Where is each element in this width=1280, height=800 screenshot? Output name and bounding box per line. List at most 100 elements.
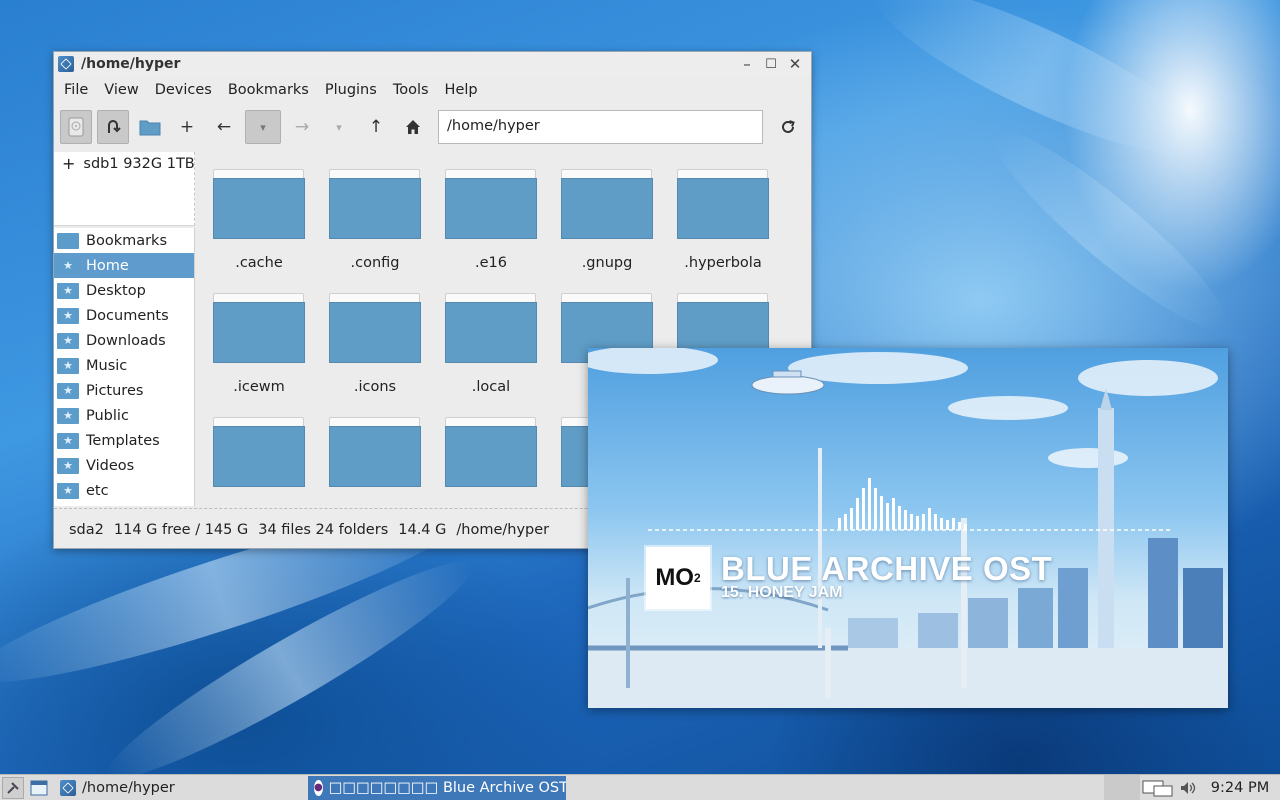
folder-item[interactable]: .e16 — [433, 153, 549, 277]
menu-devices[interactable]: Devices — [147, 82, 220, 98]
forward-history-button[interactable]: ▾ — [323, 110, 355, 144]
sidebar-item-videos[interactable]: ★ Videos — [54, 453, 194, 478]
video-title: BLUE ARCHIVE OST — [721, 550, 1053, 587]
folder-icon — [213, 291, 305, 363]
sidebar-item-music[interactable]: ★ Music — [54, 353, 194, 378]
location-input[interactable]: /home/hyper — [438, 110, 763, 144]
video-player-window[interactable]: MO 2 BLUE ARCHIVE OST 15. HONEY JAM — [588, 348, 1228, 708]
menu-view[interactable]: View — [96, 82, 146, 98]
folder-icon — [329, 291, 421, 363]
arrow-left-icon: ← — [216, 117, 232, 137]
folder-item[interactable]: .hyperbola — [665, 153, 781, 277]
video-subtitle: 15. HONEY JAM — [721, 584, 843, 601]
folder-item[interactable]: .config — [317, 153, 433, 277]
expand-icon[interactable]: + — [62, 154, 75, 173]
sidebar-item-label: Templates — [86, 432, 160, 449]
sidebar-item-downloads[interactable]: ★ Downloads — [54, 328, 194, 353]
folder-item[interactable] — [317, 401, 433, 506]
task-file-manager[interactable]: /home/hyper — [54, 776, 308, 800]
sidebar-item-desktop[interactable]: ★ Desktop — [54, 278, 194, 303]
folder-label: .config — [350, 255, 400, 271]
wallpaper-streak — [859, 0, 1221, 183]
sidebar-item-label: etc — [86, 482, 109, 499]
system-tray: 9:24 PM — [1104, 775, 1280, 800]
folder-item[interactable]: .icons — [317, 277, 433, 401]
folder-item[interactable]: .cache — [201, 153, 317, 277]
up-button[interactable]: ↑ — [360, 110, 392, 144]
show-desktop-button[interactable] — [28, 777, 50, 799]
audio-spectrum — [648, 478, 1173, 531]
menu-tools[interactable]: Tools — [385, 82, 437, 98]
folder-icon — [561, 167, 653, 239]
sidebar-item-bookmarks[interactable]: Bookmarks — [54, 228, 194, 253]
loop-arrow-icon — [108, 120, 121, 133]
menu-help[interactable]: Help — [437, 82, 486, 98]
sidebar-item-documents[interactable]: ★ Documents — [54, 303, 194, 328]
folder-item[interactable]: .icewm — [201, 277, 317, 401]
wallpaper-streak — [975, 110, 1245, 350]
folder-item[interactable] — [433, 401, 549, 506]
folder-icon — [139, 120, 161, 136]
folder-item[interactable]: .gnupg — [549, 153, 665, 277]
sidebar-item-etc[interactable]: ★ etc — [54, 478, 194, 503]
status-counts: 34 files 24 folders — [258, 521, 389, 538]
reload-icon — [782, 120, 795, 133]
app-icon — [60, 779, 76, 796]
home-icon — [406, 120, 420, 134]
folder-label: .hyperbola — [684, 255, 762, 271]
start-menu-button[interactable] — [2, 776, 24, 799]
bookmark-folder-icon: ★ — [57, 307, 79, 324]
clock[interactable]: 9:24 PM — [1200, 780, 1280, 796]
bookmark-folder-icon: ★ — [57, 407, 79, 424]
folder-label: .icons — [353, 379, 397, 395]
title-bar[interactable]: /home/hyper – ☐ ✕ — [54, 52, 811, 76]
new-folder-button[interactable] — [134, 110, 166, 144]
maximize-button[interactable]: ☐ — [759, 54, 783, 74]
back-button[interactable]: ← — [208, 110, 240, 144]
drive-toggle-button[interactable] — [60, 110, 92, 144]
folder-label: .local — [471, 379, 511, 395]
task-video-player[interactable]: ● □□□□□□□□ Blue Archive OST 15. — [308, 775, 566, 800]
volume-icon[interactable] — [1176, 780, 1200, 796]
sidebar-item-home[interactable]: ★ Home — [54, 253, 194, 278]
bookmark-folder-icon: ★ — [57, 257, 79, 274]
menu-bookmarks[interactable]: Bookmarks — [220, 82, 317, 98]
status-space: 114 G free / 145 G — [113, 521, 249, 538]
logo-text: MO — [655, 564, 694, 591]
window-list-icon — [30, 780, 48, 795]
taskbar: /home/hyper ● □□□□□□□□ Blue Archive OST … — [0, 774, 1280, 800]
folder-item[interactable]: .local — [433, 277, 549, 401]
clouds — [588, 348, 1218, 468]
app-icon — [58, 56, 74, 72]
back-history-button[interactable]: ▾ — [245, 110, 281, 144]
home-button[interactable] — [397, 110, 429, 144]
reload-button[interactable] — [772, 110, 804, 144]
tools-icon — [7, 781, 19, 794]
bookmarks-pane: Bookmarks ★ Home ★ Desktop ★ Documents ★ Downloa… — [54, 228, 195, 506]
folder-icon — [445, 291, 537, 363]
folder-label: .gnupg — [581, 255, 633, 271]
tree-toggle-button[interactable] — [97, 110, 129, 144]
device-item[interactable]: + sdb1 932G 1TBTOS — [54, 152, 194, 173]
menu-file[interactable]: File — [56, 82, 96, 98]
menu-plugins[interactable]: Plugins — [317, 82, 385, 98]
window-controls: – ☐ ✕ — [735, 54, 807, 74]
bookmark-folder-icon: ★ — [57, 282, 79, 299]
device-tree: + sdb1 932G 1TBTOS — [54, 152, 195, 226]
sidebar-item-public[interactable]: ★ Public — [54, 403, 194, 428]
sidebar-item-pictures[interactable]: ★ Pictures — [54, 378, 194, 403]
sidebar-item-templates[interactable]: ★ Templates — [54, 428, 194, 453]
folder-item[interactable] — [201, 401, 317, 506]
sidebar-item-label: Pictures — [86, 382, 144, 399]
window-title: /home/hyper — [81, 56, 181, 72]
folder-icon — [445, 415, 537, 487]
minimize-button[interactable]: – — [735, 54, 759, 74]
network-icon[interactable] — [1140, 777, 1176, 799]
menu-bar: File View Devices Bookmarks Plugins Tool… — [54, 76, 811, 104]
task-label: □□□□□□□□ Blue Archive OST 15. — [328, 779, 566, 796]
plus-icon: + — [179, 117, 195, 137]
close-button[interactable]: ✕ — [783, 54, 807, 74]
new-tab-button[interactable]: + — [171, 110, 203, 144]
forward-button[interactable]: → — [286, 110, 318, 144]
folder-icon — [213, 415, 305, 487]
